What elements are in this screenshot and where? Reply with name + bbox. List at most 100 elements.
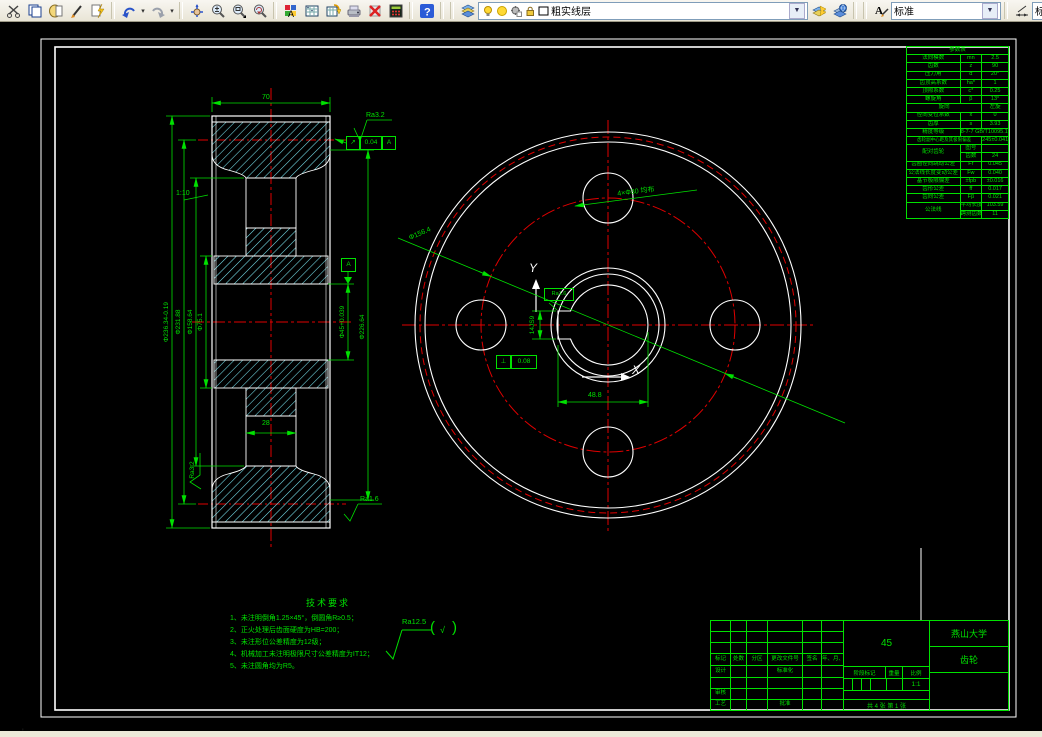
calculator-icon[interactable] <box>385 1 406 21</box>
dim-pitch-dia: Φ231.88 <box>174 309 182 335</box>
layer-plot-icon <box>509 4 522 17</box>
axis-y-label: Y <box>529 261 538 275</box>
gdt-value: 0.04 <box>360 136 382 150</box>
cut-icon[interactable] <box>3 1 24 21</box>
keyway-gdt-symbol: ⊥ <box>496 355 511 369</box>
gear-param-table: 参数表 法向模数 mn 2.5 齿数 z 90 压力角 α 20° 齿顶高系数 ha* 1 顶隙… <box>905 45 1010 220</box>
tech-req-line: 4、机械加工未注明极限尺寸公差精度为IT12； <box>230 651 374 658</box>
drawing-canvas[interactable]: 70 1:10 Ra3.2 ↗ 0.04 A Φ236.34-0.19 Φ231… <box>0 22 1042 731</box>
datum-a-box: A <box>341 258 356 272</box>
gdt-frame-keyway: ⊥ 0.08 <box>496 355 537 369</box>
toolbar-separator <box>179 2 183 19</box>
sheet-count: 共 4 张 第 1 张 <box>843 699 930 711</box>
library-extract-icon[interactable] <box>322 1 343 21</box>
toolbar-separator <box>450 2 454 19</box>
paren-open: ( <box>430 619 435 636</box>
layer-on-icon <box>481 4 494 17</box>
datum-a-label: A <box>341 258 356 272</box>
toolbar-separator <box>273 2 277 19</box>
paste-icon[interactable] <box>45 1 66 21</box>
school-name: 燕山大学 <box>929 620 1009 647</box>
tech-req-title: 技术要求 <box>306 598 351 608</box>
gdt-frame-top: ↗ 0.04 A <box>346 136 396 150</box>
layer-tools-icon[interactable] <box>829 1 850 21</box>
toolbar-separator <box>863 2 867 19</box>
dim-style-icon[interactable] <box>1011 1 1032 21</box>
tech-req-line: 5、未注圆角均为R5。 <box>230 663 299 670</box>
roughness-bottom: Ra1.6 <box>360 496 379 503</box>
svg-text:A: A <box>875 5 883 17</box>
render-icon[interactable] <box>343 1 364 21</box>
gdt-datum: A <box>382 136 396 150</box>
format-painter-icon[interactable] <box>87 1 108 21</box>
dim-root-dia: Φ226.64 <box>358 314 366 340</box>
layer-color-swatch <box>537 4 550 17</box>
keyway-gdt-value: 0.08 <box>511 355 537 369</box>
gdt-symbol: ↗ <box>346 136 360 150</box>
zoom-in-out-icon[interactable] <box>207 1 228 21</box>
dim-bore-dia: Φ45+0.039 <box>338 305 346 339</box>
layer-freeze-icon <box>495 4 508 17</box>
keyway-roughness: Ra1.6 <box>544 288 574 301</box>
text-style-icon[interactable]: A <box>870 1 891 21</box>
chevron-down-icon[interactable]: ▼ <box>982 2 998 19</box>
dim-width: 70 <box>262 94 270 101</box>
keyway-roughness-box: Ra1.6 <box>544 288 574 301</box>
redo-dropdown-arrow[interactable]: ▾ <box>168 7 176 15</box>
zoom-window-icon[interactable] <box>228 1 249 21</box>
dim-style-combo-label: 标准 <box>1035 7 1042 18</box>
toolbar-separator <box>111 2 115 19</box>
svg-text:?: ? <box>424 6 431 18</box>
status-mark: ' <box>22 727 24 737</box>
dim-keyway-width: 14JS9 <box>528 315 536 335</box>
title-block: 标记处数 分区更改文件号 签名年、月、日 设计标准化 审核 工艺批准 45 阶段… <box>710 620 1009 711</box>
dim-hub-dia: Φ75.1 <box>196 313 204 331</box>
library-icon[interactable] <box>301 1 322 21</box>
main-toolbar: ▾ ▾ A ? 粗实线层 ▼ A 标准 ▼ 标准 <box>0 0 1042 22</box>
zoom-previous-icon[interactable] <box>249 1 270 21</box>
svg-text:A: A <box>288 9 294 19</box>
redo-icon[interactable] <box>147 1 168 21</box>
tech-req-line: 3、未注形位公差精度为12级； <box>230 639 326 646</box>
style-manager-icon[interactable]: A <box>280 1 301 21</box>
layer-lock-icon <box>523 4 536 17</box>
roughness-note-value: Ra12.5 <box>402 617 427 626</box>
layer-combo-label: 粗实线层 <box>551 7 591 18</box>
param-title: 参数表 <box>906 45 1009 56</box>
text-style-combo[interactable]: 标准 ▼ <box>891 1 1001 20</box>
undo-icon[interactable] <box>118 1 139 21</box>
dim-mid-dia: Φ158.64 <box>186 309 194 335</box>
copy-icon[interactable] <box>24 1 45 21</box>
dim-style-combo[interactable]: 标准 <box>1032 1 1042 20</box>
layer-settings-icon[interactable] <box>808 1 829 21</box>
tech-req-line: 2、正火处理后齿面硬度为HB=200； <box>230 627 344 634</box>
help-icon[interactable]: ? <box>416 1 437 21</box>
toolbar-separator <box>1004 2 1008 19</box>
pan-icon[interactable] <box>186 1 207 21</box>
dim-outer-dia: Φ236.34-0.19 <box>162 302 170 342</box>
roughness-left: Ra3.2 <box>188 461 196 479</box>
layer-combo[interactable]: 粗实线层 ▼ <box>478 1 808 20</box>
check-icon: √ <box>440 625 445 635</box>
dim-taper: 1:10 <box>176 190 190 197</box>
drawing-frame <box>40 38 1017 718</box>
delete-icon[interactable] <box>364 1 385 21</box>
toolbar-separator <box>440 2 444 19</box>
roughness-note-symbol <box>385 629 431 661</box>
text-style-combo-label: 标准 <box>894 7 914 18</box>
front-view <box>397 120 846 534</box>
datum-triangle <box>344 277 352 284</box>
undo-dropdown-arrow[interactable]: ▾ <box>139 7 147 15</box>
revision-table: 标记处数 分区更改文件号 签名年、月、日 设计标准化 审核 工艺批准 <box>710 620 844 711</box>
part-name: 齿轮 <box>929 646 1009 673</box>
status-bar: ' <box>0 727 1042 737</box>
chevron-down-icon[interactable]: ▼ <box>789 2 805 19</box>
layers-icon[interactable] <box>457 1 478 21</box>
toolbar-separator <box>853 2 857 19</box>
axis-x-label: X <box>632 363 641 377</box>
roughness-top: Ra3.2 <box>366 112 385 119</box>
dim-web-width: 28 <box>262 420 270 427</box>
material-cell: 45 <box>843 620 930 667</box>
dim-keyway-depth: 48.8 <box>588 392 602 399</box>
pen-icon[interactable] <box>66 1 87 21</box>
